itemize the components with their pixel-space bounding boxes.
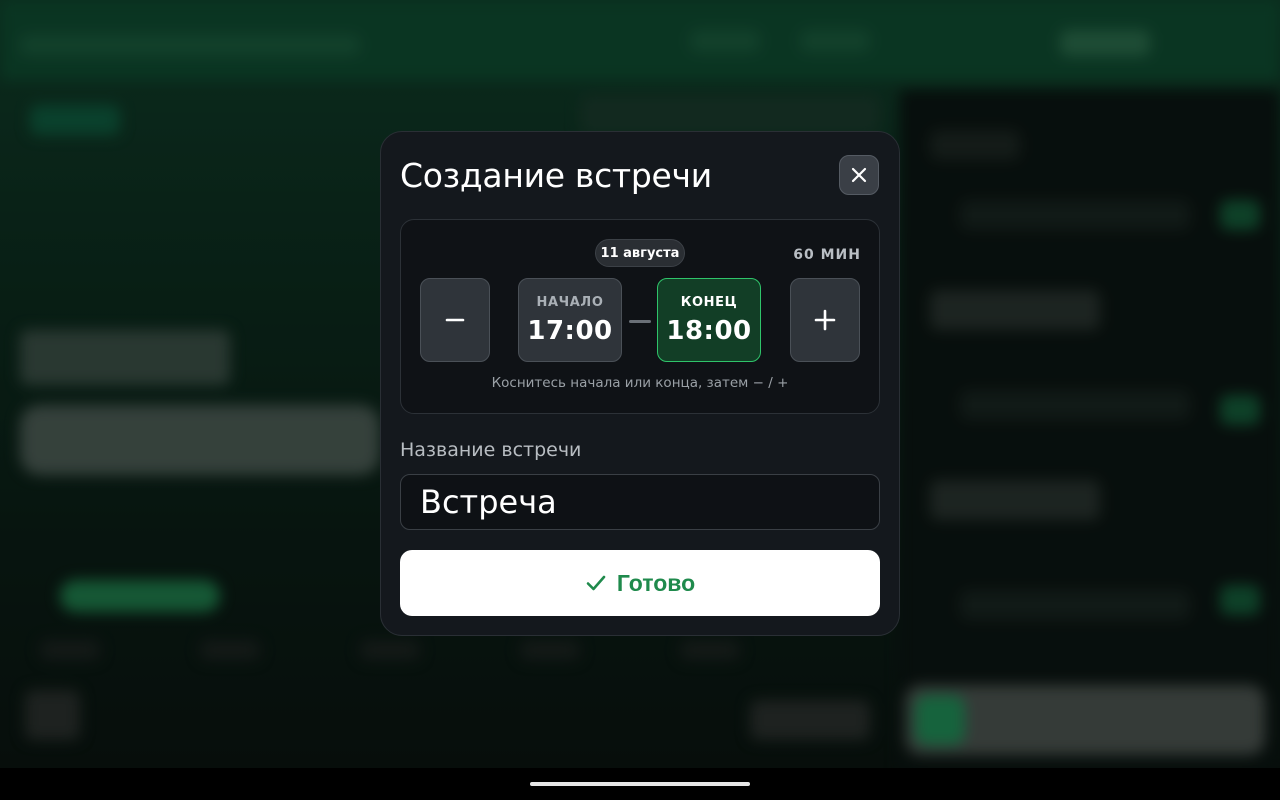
dialog-title: Создание встречи (400, 156, 712, 195)
end-time-value: 18:00 (666, 315, 752, 346)
done-label: Готово (616, 569, 696, 596)
range-separator (629, 320, 651, 323)
meeting-name-label: Название встречи (400, 439, 582, 461)
duration-label: 60 МИН (793, 247, 861, 263)
close-button[interactable] (839, 155, 879, 195)
create-meeting-dialog: Создание встречи 11 августа 60 МИН НАЧАЛ… (380, 131, 900, 636)
plus-icon (814, 309, 836, 331)
close-icon (851, 167, 867, 183)
time-hint: Коснитесь начала или конца, затем − / + (491, 375, 789, 391)
home-indicator[interactable] (530, 782, 750, 786)
done-button[interactable]: Готово (400, 550, 880, 616)
time-range-picker: 11 августа 60 МИН НАЧАЛО 17:00 КОНЕЦ 18:… (400, 219, 880, 414)
start-time-value: 17:00 (527, 315, 613, 346)
increment-button[interactable] (790, 278, 860, 362)
date-badge[interactable]: 11 августа (595, 239, 685, 267)
start-label: НАЧАЛО (536, 294, 604, 310)
end-time-selector[interactable]: КОНЕЦ 18:00 (657, 278, 761, 362)
start-time-selector[interactable]: НАЧАЛО 17:00 (518, 278, 622, 362)
system-navigation-bar (0, 768, 1280, 800)
decrement-button[interactable] (420, 278, 490, 362)
meeting-name-input[interactable] (400, 474, 880, 530)
end-label: КОНЕЦ (680, 294, 738, 310)
check-icon (586, 575, 606, 591)
minus-icon (445, 318, 465, 322)
